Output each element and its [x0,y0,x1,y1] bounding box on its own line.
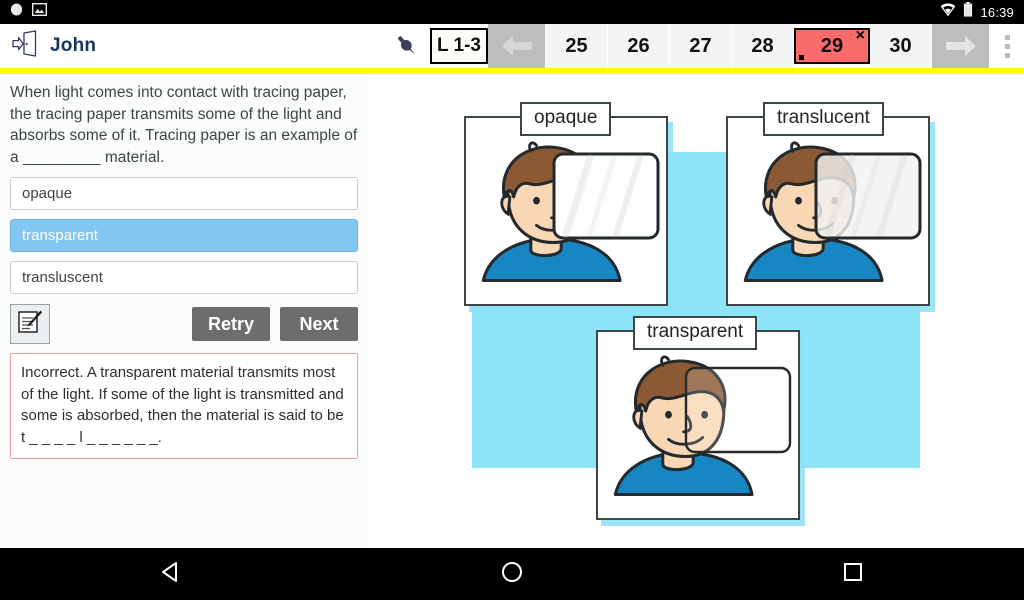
kebab-dot-icon [1004,43,1010,49]
page-tab-28[interactable]: 28 [732,24,794,68]
status-bar-clock: 16:39 [980,4,1014,20]
note-edit-icon [16,308,44,341]
kebab-dot-icon [1004,34,1010,40]
android-navigation-bar [0,548,1024,600]
overflow-menu-button[interactable] [990,24,1024,68]
page-tab-26[interactable]: 26 [608,24,670,68]
page-tab-30[interactable]: 30 [870,24,932,68]
android-status-bar: 16:39 [0,0,1024,24]
exit-button[interactable] [8,29,42,63]
next-button[interactable]: Next [280,307,358,341]
battery-icon [963,2,973,22]
page-tab-27[interactable]: 27 [670,24,732,68]
panel-translucent-label: translucent [763,102,884,136]
app-root: 16:39 John L 1-3 25 26 27 28 29 × 30 Whe… [0,0,1024,600]
page-marker-dot-icon [799,55,804,60]
action-row: Retry Next [10,303,358,345]
transparent-sheet [684,366,792,454]
kebab-dot-icon [1004,52,1010,58]
back-triangle-icon [158,559,184,590]
illustration-panel: opaque translucent transparent [368,74,1024,548]
answer-option-transparent[interactable]: transparent [10,219,358,252]
page-tab-29-label: 29 [820,34,844,57]
panel-transparent-label: transparent [633,316,758,350]
opaque-illustration [481,141,660,283]
pin-icon[interactable] [392,31,422,61]
status-bar-left-icons [0,2,48,21]
status-bar-right-icons: 16:39 [940,2,1024,22]
question-panel: When light comes into contact with traci… [0,74,368,548]
retry-button[interactable]: Retry [192,307,270,341]
answer-option-opaque[interactable]: opaque [10,177,358,210]
answer-options-list: opaque transparent transluscent [10,177,358,294]
note-edit-button[interactable] [10,304,50,344]
page-tab-25[interactable]: 25 [546,24,608,68]
lesson-indicator[interactable]: L 1-3 [430,28,488,64]
app-toolbar: John L 1-3 25 26 27 28 29 × 30 [0,24,1024,68]
answer-option-transluscent[interactable]: transluscent [10,261,358,294]
page-navigation-tabs: L 1-3 25 26 27 28 29 × 30 [428,24,990,68]
image-icon [31,2,48,21]
recents-square-icon [840,559,866,590]
opaque-sheet [552,152,660,240]
home-circle-icon [499,559,525,590]
back-button[interactable] [141,548,201,600]
panel-opaque [464,116,668,306]
incorrect-x-icon: × [855,27,865,44]
panel-opaque-label: opaque [520,102,612,136]
translucent-illustration [743,141,922,283]
panel-translucent [726,116,930,306]
next-page-button[interactable] [932,24,990,68]
record-icon [10,3,23,21]
exit-door-icon [10,29,40,63]
translucent-sheet [814,152,922,240]
user-name-label: John [50,35,97,56]
wifi-icon [940,3,956,22]
transparent-illustration [613,355,792,497]
panel-transparent [596,330,800,520]
home-button[interactable] [482,548,542,600]
prev-page-button[interactable] [488,24,546,68]
page-tab-29-current[interactable]: 29 × [794,28,870,64]
question-text: When light comes into contact with traci… [10,84,358,166]
recents-button[interactable] [823,548,883,600]
feedback-message: Incorrect. A transparent material transm… [10,353,358,459]
